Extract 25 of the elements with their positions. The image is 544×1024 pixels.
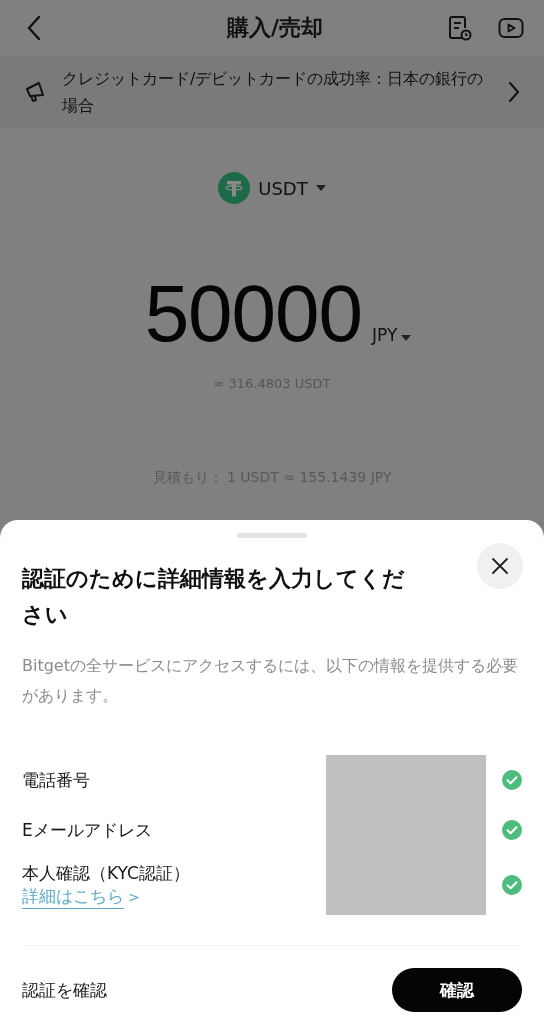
notice-text: クレジットカード/デビットカードの成功率：日本の銀行の場合 <box>62 68 485 117</box>
page-title: 購入/売却 <box>226 14 323 42</box>
requirement-label: 本人確認（KYC認証） <box>22 861 191 885</box>
sheet-title: 認証のために詳細情報を入力してください <box>22 565 406 629</box>
notice-banner[interactable]: クレジットカード/デビットカードの成功率：日本の銀行の場合 <box>0 56 544 128</box>
close-icon <box>491 557 509 575</box>
dropdown-caret-icon <box>315 185 326 191</box>
close-button[interactable] <box>477 543 523 589</box>
back-icon[interactable] <box>26 15 42 41</box>
amount-value: 50000 <box>144 274 363 354</box>
sheet-description: Bitgetの全サービスにアクセスするには、以下の情報を提供する必要があります。 <box>22 655 519 707</box>
requirement-label: Eメールアドレス <box>22 818 153 842</box>
confirm-button[interactable]: 確認 <box>392 968 522 1012</box>
coin-selector[interactable]: USDT <box>218 172 326 204</box>
chevron-right-icon <box>508 81 520 103</box>
footer-label: 認証を確認 <box>22 978 108 1002</box>
tether-logo-icon <box>218 172 251 204</box>
order-history-icon[interactable] <box>448 15 472 41</box>
video-icon[interactable] <box>498 17 524 39</box>
details-link[interactable]: 詳細はこちら <box>22 884 124 909</box>
dropdown-caret-icon <box>401 335 412 341</box>
link-arrow: > <box>128 888 140 905</box>
requirement-label: 電話番号 <box>22 768 91 792</box>
drag-handle[interactable] <box>237 533 307 538</box>
currency-selector[interactable]: JPY <box>372 325 398 345</box>
